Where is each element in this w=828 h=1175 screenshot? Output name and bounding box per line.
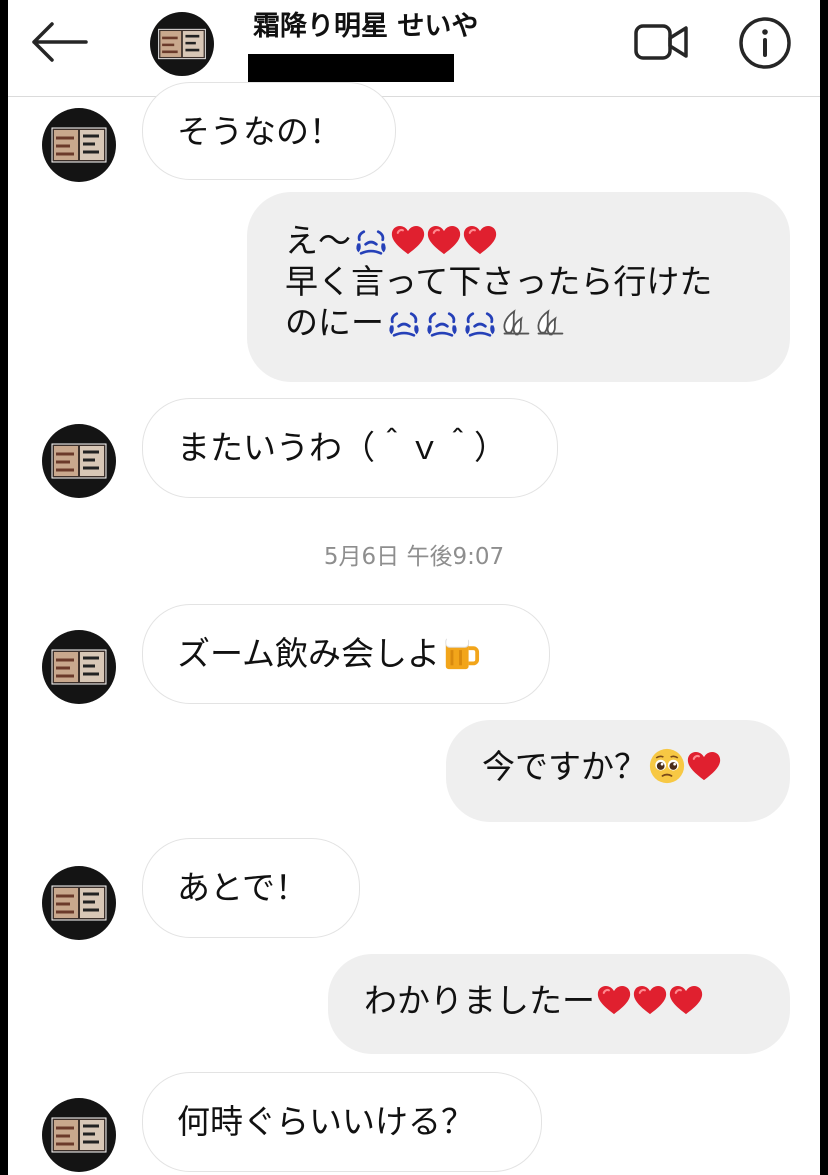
sweat-droplets-emoji <box>534 306 566 338</box>
avatar-image <box>42 424 116 498</box>
red-heart-emoji <box>687 751 721 782</box>
avatar-image <box>42 866 116 940</box>
sweat-droplets-emoji <box>500 306 532 338</box>
sender-avatar[interactable] <box>42 630 116 704</box>
message-text: そうなの！ <box>177 112 342 151</box>
message-bubble-outgoing[interactable]: 今ですか？ <box>446 720 790 822</box>
message-line: のにー <box>285 302 754 343</box>
redacted-username-bar <box>248 54 454 82</box>
red-heart-emoji <box>427 225 461 256</box>
sender-avatar[interactable] <box>42 424 116 498</box>
video-camera-icon <box>634 24 688 60</box>
message-text: え〜 <box>285 221 351 260</box>
red-heart-emoji <box>633 985 667 1016</box>
message-line: え〜 <box>285 220 754 261</box>
red-heart-emoji <box>669 985 703 1016</box>
message-text: のにー <box>285 303 384 342</box>
back-button[interactable] <box>30 20 90 64</box>
pleading-face-emoji <box>649 748 685 784</box>
message-bubble-incoming[interactable]: あとで！ <box>142 838 360 938</box>
red-heart-emoji <box>391 225 425 256</box>
sender-avatar[interactable] <box>42 866 116 940</box>
info-icon <box>739 17 791 69</box>
sender-avatar[interactable] <box>42 1098 116 1172</box>
message-bubble-incoming[interactable]: 何時ぐらいいける？ <box>142 1072 542 1172</box>
beer-mug-emoji <box>442 633 480 671</box>
chat-header: 霜降り明星 せいや <box>8 0 820 97</box>
message-text: わかりましたー <box>364 981 595 1020</box>
avatar-image <box>42 1098 116 1172</box>
crying-face-emoji <box>386 311 422 338</box>
message-bubble-incoming[interactable]: そうなの！ <box>142 82 396 180</box>
contact-avatar[interactable] <box>150 12 214 76</box>
message-text: あとで！ <box>177 868 309 907</box>
info-button[interactable] <box>738 16 792 70</box>
crying-face-emoji <box>424 311 460 338</box>
message-text: またいうわ（＾ｖ＾） <box>177 428 507 467</box>
video-call-button[interactable] <box>632 20 692 64</box>
message-bubble-incoming[interactable]: ズーム飲み会しよ <box>142 604 550 704</box>
message-timestamp: 5月6日 午後9:07 <box>323 544 505 570</box>
message-text: ズーム飲み会しよ <box>177 634 441 673</box>
chat-screen: 霜降り明星 せいや そうなの！ え〜 早く言って下さったら行けた のにー またい… <box>8 0 820 1175</box>
message-bubble-incoming[interactable]: またいうわ（＾ｖ＾） <box>142 398 558 498</box>
message-text: 今ですか？ <box>482 747 647 786</box>
red-heart-emoji <box>597 985 631 1016</box>
contact-name[interactable]: 霜降り明星 せいや <box>253 4 478 43</box>
sender-avatar[interactable] <box>42 108 116 182</box>
red-heart-emoji <box>463 225 497 256</box>
crying-face-emoji <box>353 229 389 256</box>
crying-face-emoji <box>462 311 498 338</box>
message-bubble-outgoing[interactable]: わかりましたー <box>328 954 790 1054</box>
message-bubble-outgoing[interactable]: え〜 早く言って下さったら行けた のにー <box>247 192 790 382</box>
message-line: 早く言って下さったら行けた <box>285 262 713 301</box>
message-text: 何時ぐらいいける？ <box>177 1102 474 1141</box>
avatar-image <box>42 108 116 182</box>
avatar-image <box>42 630 116 704</box>
arrow-left-icon <box>32 22 88 62</box>
avatar-image <box>150 12 214 76</box>
